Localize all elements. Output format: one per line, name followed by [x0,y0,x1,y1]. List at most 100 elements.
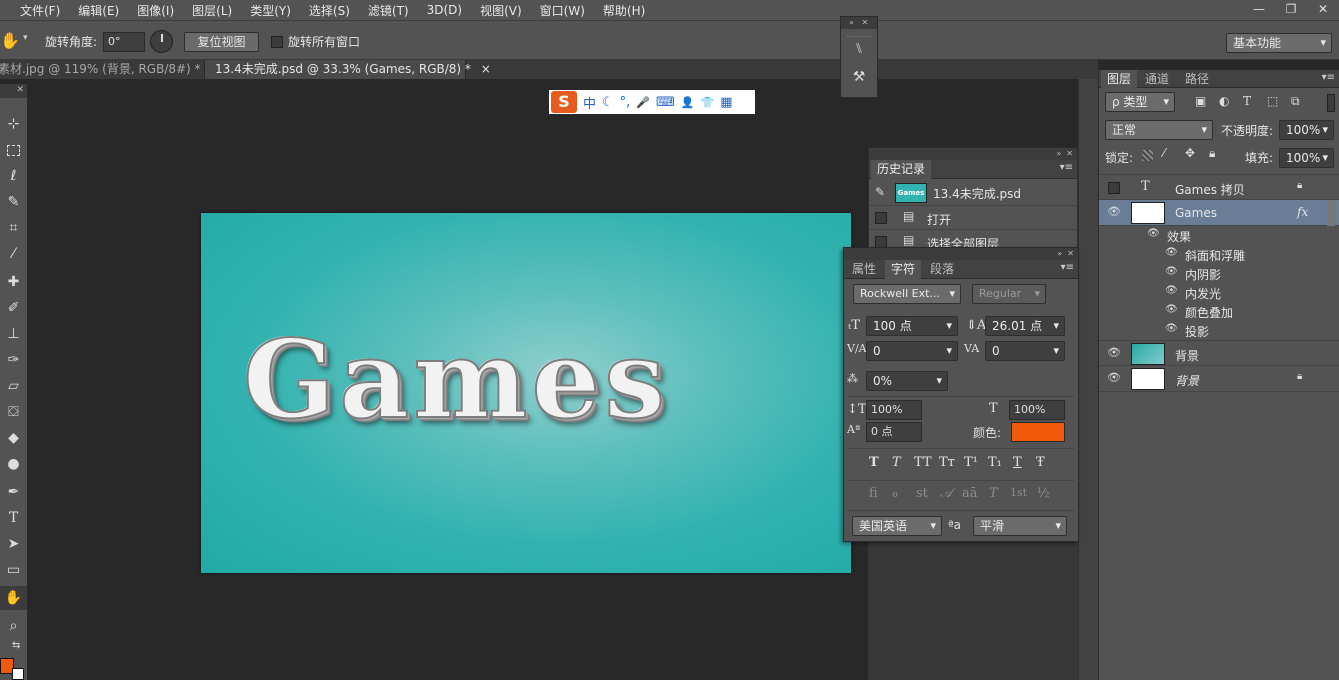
old-style-button[interactable]: st [916,486,928,501]
stylistic-alternates-button[interactable]: aā [962,486,978,501]
brush-tool-icon[interactable]: ✐ [0,296,27,320]
discretionary-ligatures-button[interactable]: ℴ [892,486,898,501]
effect-item[interactable]: 👁︎ 投影 [1099,321,1321,340]
faux-italic-button[interactable]: T [892,455,901,470]
opacity-input[interactable]: 100% [1279,120,1334,140]
layer-visibility-empty[interactable] [1108,182,1120,194]
paint-bucket-tool-icon[interactable]: ⛋ [0,400,27,424]
workspace-select[interactable]: 基本功能 [1226,33,1332,53]
menu-file[interactable]: 文件(F) [0,2,68,19]
eye-icon[interactable]: 👁︎ [1107,206,1121,218]
tab-character[interactable]: 字符 [885,260,922,279]
rotate-view-tool-icon[interactable]: ✋ [0,31,22,50]
eye-icon[interactable]: 👁︎ [1165,323,1178,334]
menu-type[interactable]: 类型(Y) [240,2,299,19]
filter-adjustment-icon[interactable]: ◐ [1219,94,1229,108]
history-item[interactable]: ▤ 打开 [869,206,1077,230]
user-icon[interactable]: 👤 [681,96,695,109]
layer-row[interactable]: T Games 拷贝 🔒︎ [1099,174,1339,200]
horizontal-scale-input[interactable]: 100% [1009,400,1065,420]
tool-presets-icon[interactable]: ⚒ [849,69,869,89]
blend-mode-select[interactable]: 正常 [1105,120,1213,140]
font-size-input[interactable]: 100 点 [866,316,958,336]
eye-icon[interactable]: 👁︎ [1165,266,1178,277]
filter-shape-icon[interactable]: ⬚ [1267,94,1278,108]
tab-properties[interactable]: 属性 [846,260,882,279]
history-state-checkbox[interactable] [875,212,887,224]
lock-image-icon[interactable]: ⁄ [1163,146,1165,160]
strikethrough-button[interactable]: Ŧ [1036,455,1045,470]
menu-layer[interactable]: 图层(L) [182,2,240,19]
layer-filter-select[interactable]: ρ 类型 [1105,92,1175,112]
menu-3d[interactable]: 3D(D) [417,3,470,17]
eye-icon[interactable]: 👁︎ [1107,372,1121,384]
leading-input[interactable]: 26.01 点 [985,316,1065,336]
keyboard-icon[interactable]: ⌨ [656,95,675,110]
antialias-select[interactable]: 平滑 [973,516,1067,536]
filter-pixel-icon[interactable]: ▣ [1195,94,1206,108]
dodge-tool-icon[interactable]: ● [0,452,27,476]
document-canvas[interactable]: Games [201,213,851,573]
menu-image[interactable]: 图像(I) [127,2,182,19]
tsume-input[interactable]: 0% [866,371,948,391]
faux-bold-button[interactable]: T [869,455,879,470]
lasso-tool-icon[interactable]: ℓ [0,164,27,188]
marquee-tool-icon[interactable] [0,138,27,162]
skin-shirt-icon[interactable]: 👕 [700,96,714,109]
tab-channels[interactable]: 通道 [1139,70,1175,88]
close-tab-icon[interactable]: × [481,62,491,76]
healing-brush-tool-icon[interactable]: ✚ [0,270,27,294]
pen-tool-icon[interactable]: ✒ [0,480,27,504]
tab-paths[interactable]: 路径 [1179,70,1215,88]
moon-icon[interactable]: ☾ [602,95,614,110]
eye-icon[interactable]: 👁︎ [1147,228,1160,239]
stamp-tool-icon[interactable]: ⊥ [0,322,27,346]
ordinals-button[interactable]: 1st [1010,486,1027,499]
filter-smart-object-icon[interactable]: ⧉ [1291,94,1300,109]
rotate-all-windows-checkbox[interactable] [271,36,283,48]
sogou-logo-icon[interactable]: S [551,91,577,113]
effect-item[interactable]: 👁︎ 斜面和浮雕 [1099,245,1321,264]
crop-tool-icon[interactable]: ⌗ [0,216,27,240]
punctuation-icon[interactable]: °, [620,95,631,110]
menu-edit[interactable]: 编辑(E) [68,2,127,19]
close-window-button[interactable]: ✕ [1307,0,1339,20]
panel-menu-icon[interactable]: ▾≡ [1322,72,1335,83]
eyedropper-tool-icon[interactable]: ⁄ [0,242,27,266]
layer-row[interactable]: 👁︎ 背景 🔒︎ [1099,366,1339,392]
shape-tool-icon[interactable]: ▭ [0,558,27,582]
filter-type-icon[interactable]: T [1243,94,1251,108]
rotate-dial-icon[interactable] [150,30,173,53]
menu-filter[interactable]: 滤镜(T) [358,2,417,19]
rotate-view-tool-icon[interactable]: ✋ [0,586,27,610]
restore-button[interactable]: ❐ [1275,0,1307,20]
titling-alternates-button[interactable]: T [989,486,998,501]
all-caps-button[interactable]: TT [914,455,932,470]
eye-icon[interactable]: 👁︎ [1165,304,1178,315]
rotate-angle-input[interactable]: 0° [103,32,145,52]
background-color-swatch[interactable] [12,668,24,680]
small-caps-button[interactable]: Tт [939,455,955,470]
eye-icon[interactable]: 👁︎ [1165,247,1178,258]
history-snapshot[interactable]: ✎ Games 13.4未完成.psd [869,180,1077,206]
effects-group[interactable]: 👁︎ 效果 [1099,226,1321,245]
font-family-select[interactable]: Rockwell Ext... [853,284,961,304]
fill-input[interactable]: 100% [1279,148,1334,168]
ligatures-button[interactable]: fi [869,486,878,501]
move-tool-icon[interactable]: ⊹ [0,112,27,136]
swap-colors-icon[interactable]: ⇆ [12,640,20,651]
effect-item[interactable]: 👁︎ 内阴影 [1099,264,1321,283]
superscript-button[interactable]: T¹ [964,455,978,470]
font-style-select[interactable]: Regular [972,284,1046,304]
panel-menu-icon[interactable]: ▾≡ [1060,162,1073,173]
menu-select[interactable]: 选择(S) [299,2,358,19]
language-select[interactable]: 美国英语 [852,516,942,536]
type-tool-icon[interactable]: T [0,506,27,530]
tab-layers[interactable]: 图层 [1101,70,1138,88]
swash-button[interactable]: 𝒜 [940,486,952,501]
eye-icon[interactable]: 👁︎ [1107,347,1121,359]
layers-scrollbar[interactable] [1327,200,1335,226]
path-select-tool-icon[interactable]: ➤ [0,532,27,556]
filter-toggle[interactable] [1327,94,1335,112]
layer-fx-badge[interactable]: fx [1297,205,1308,219]
